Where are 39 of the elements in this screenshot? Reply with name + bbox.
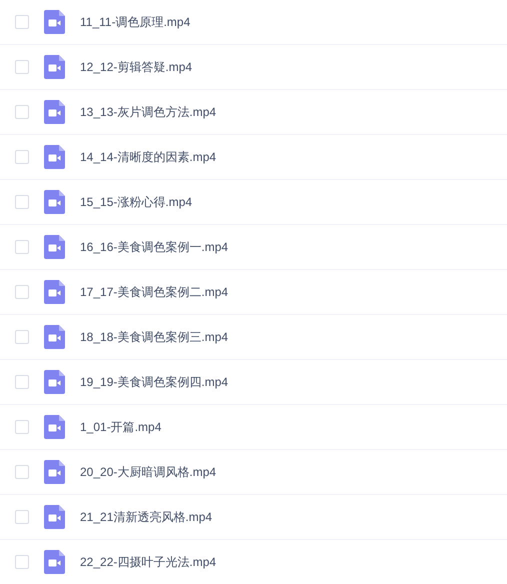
video-file-icon	[44, 190, 65, 214]
video-file-icon	[44, 235, 65, 259]
file-name[interactable]: 19_19-美食调色案例四.mp4	[80, 373, 228, 391]
video-file-icon	[44, 280, 65, 304]
file-name[interactable]: 15_15-涨粉心得.mp4	[80, 193, 192, 211]
file-name[interactable]: 13_13-灰片调色方法.mp4	[80, 103, 216, 121]
file-name[interactable]: 1_01-开篇.mp4	[80, 418, 162, 436]
file-name[interactable]: 20_20-大厨暗调风格.mp4	[80, 463, 216, 481]
file-name[interactable]: 22_22-四摄叶子光法.mp4	[80, 553, 216, 571]
video-file-icon	[44, 550, 65, 574]
video-file-icon	[44, 415, 65, 439]
checkbox[interactable]	[15, 15, 29, 29]
file-name[interactable]: 12_12-剪辑答疑.mp4	[80, 58, 192, 76]
checkbox[interactable]	[15, 555, 29, 569]
file-name[interactable]: 14_14-清晰度的因素.mp4	[80, 148, 216, 166]
checkbox[interactable]	[15, 330, 29, 344]
checkbox[interactable]	[15, 195, 29, 209]
checkbox[interactable]	[15, 465, 29, 479]
file-name[interactable]: 18_18-美食调色案例三.mp4	[80, 328, 228, 346]
video-file-icon	[44, 325, 65, 349]
file-name[interactable]: 16_16-美食调色案例一.mp4	[80, 238, 228, 256]
file-name[interactable]: 11_11-调色原理.mp4	[80, 13, 190, 31]
video-file-icon	[44, 10, 65, 34]
checkbox[interactable]	[15, 105, 29, 119]
checkbox[interactable]	[15, 150, 29, 164]
checkbox[interactable]	[15, 240, 29, 254]
video-file-icon	[44, 460, 65, 484]
video-file-icon	[44, 145, 65, 169]
checkbox[interactable]	[15, 375, 29, 389]
file-name[interactable]: 21_21清新透亮风格.mp4	[80, 508, 212, 526]
video-file-icon	[44, 370, 65, 394]
checkbox[interactable]	[15, 510, 29, 524]
checkbox[interactable]	[15, 60, 29, 74]
video-file-icon	[44, 55, 65, 79]
checkbox[interactable]	[15, 420, 29, 434]
video-file-icon	[44, 505, 65, 529]
video-file-icon	[44, 100, 65, 124]
checkbox[interactable]	[15, 285, 29, 299]
file-name[interactable]: 17_17-美食调色案例二.mp4	[80, 283, 228, 301]
